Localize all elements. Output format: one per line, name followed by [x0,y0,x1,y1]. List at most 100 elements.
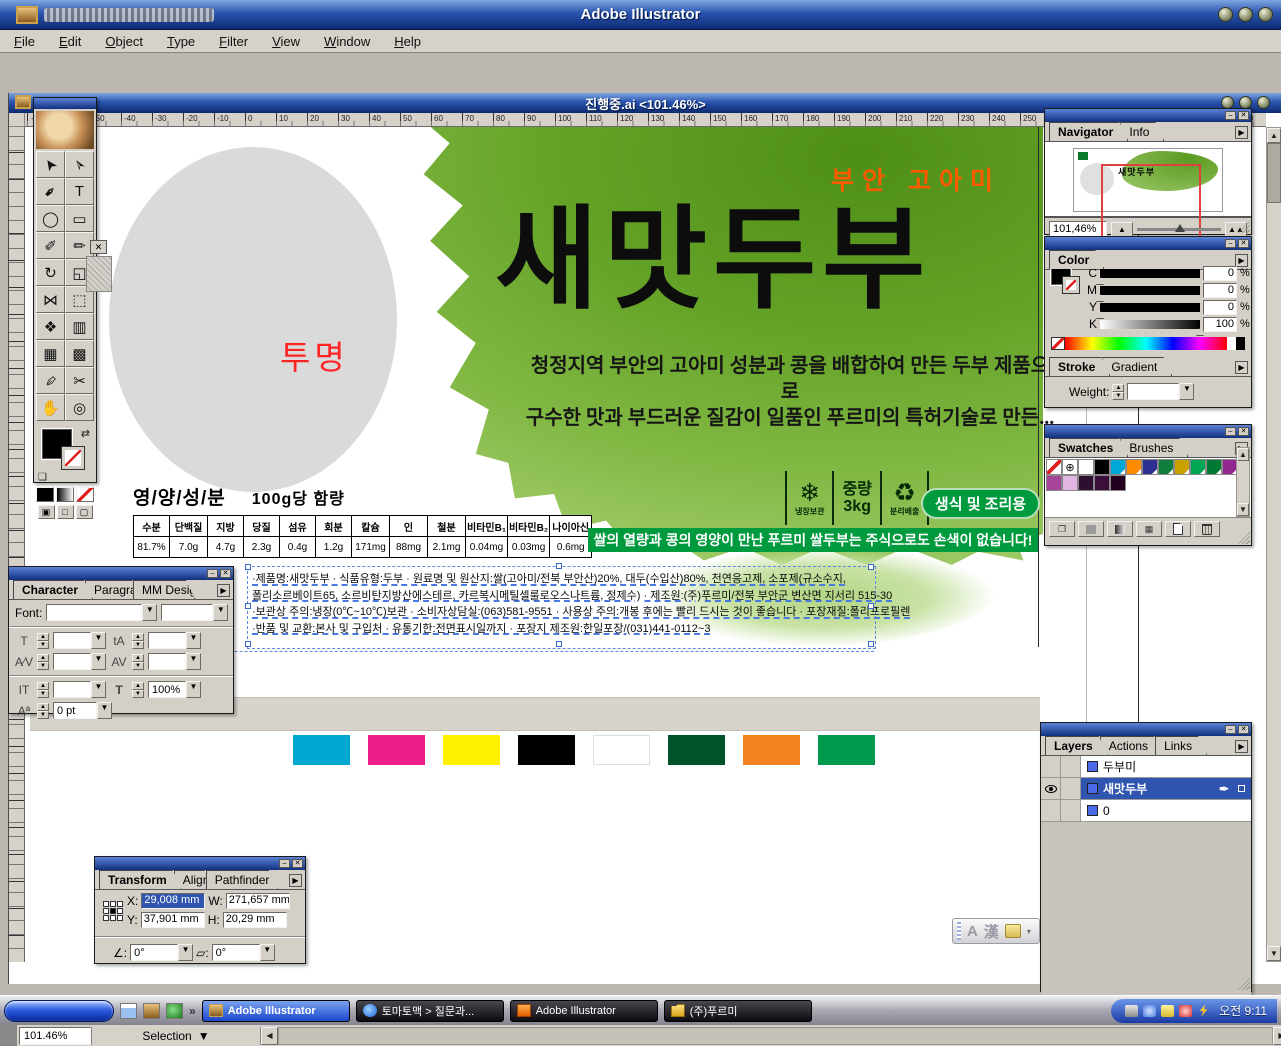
tab-character[interactable]: Character [13,580,93,599]
zoom-tool[interactable]: ◎ [65,394,94,421]
swap-fill-stroke-icon[interactable]: ⇄ [81,427,90,440]
selection-handle[interactable] [245,564,251,570]
lock-toggle[interactable] [1061,800,1081,821]
navigator-zoom-field[interactable]: 101,46% [1049,221,1107,237]
tracking-field[interactable] [148,653,186,670]
kerning-field[interactable] [53,653,91,670]
swatch[interactable] [1062,475,1078,491]
tab-navigator[interactable]: Navigator [1049,122,1128,141]
horizontal-scale-stepper[interactable]: ▲▼ [132,682,144,698]
reference-point-selector[interactable] [103,901,123,921]
direct-selection-tool[interactable]: ➢ [65,151,94,178]
paint-gradient-button[interactable] [56,487,74,502]
delete-swatch-button[interactable] [1194,521,1220,537]
layer-name-area[interactable]: 0 [1081,800,1251,821]
blend-tool[interactable]: ❖ [36,313,65,340]
tab-transform[interactable]: Transform [99,870,182,889]
collapsed-palette-close-icon[interactable]: ✕ [90,240,107,254]
swatch[interactable] [1158,459,1174,475]
taskbar-button[interactable]: (주)푸르미 [664,1000,812,1022]
maximize-button[interactable] [1238,7,1253,22]
paint-color-button[interactable] [36,487,54,502]
swatch[interactable] [1110,459,1126,475]
swatch[interactable] [1078,475,1094,491]
palette-titlebar[interactable]: –✕ [1041,723,1251,736]
hscroll-left-button[interactable]: ◀ [261,1027,278,1045]
status-mode-dropdown[interactable]: Selection ▼ [91,1027,261,1045]
swatch[interactable] [1126,459,1142,475]
tab-actions[interactable]: Actions [1100,736,1163,755]
messenger-tray-icon[interactable] [1161,1005,1174,1017]
quicklaunch-overflow-chevron[interactable]: » [189,1004,196,1018]
vertical-scrollbar[interactable]: ▲ ▼ [1266,127,1281,962]
none-swatch[interactable] [1046,459,1062,475]
selection-handle[interactable] [868,564,874,570]
channel-value-field[interactable]: 0 [1203,283,1237,298]
pen-tool[interactable]: ✒ [36,178,65,205]
show-color-swatches-button[interactable] [1078,521,1104,537]
stroke-color-box[interactable] [62,447,84,469]
graph-tool[interactable]: ▥ [65,313,94,340]
menu-file[interactable]: File [14,34,35,49]
selection-handle[interactable] [868,603,874,609]
minimize-button[interactable] [1218,7,1233,22]
h-field[interactable]: 20,29 mm [223,912,287,928]
hscroll-right-button[interactable]: ▶ [1273,1027,1281,1045]
stroke-weight-field[interactable] [1127,383,1179,400]
tab-swatches[interactable]: Swatches [1049,438,1128,457]
taskbar-button[interactable]: Adobe Illustrator [510,1000,658,1022]
swatch[interactable] [1046,475,1062,491]
ellipse-tool[interactable]: ◯ [36,205,65,232]
selection-handle[interactable] [556,641,562,647]
palette-close-icon[interactable]: ✕ [292,859,303,868]
rectangle-tool[interactable]: ▭ [65,205,94,232]
spectrum-white-black[interactable] [1227,337,1245,350]
color-spectrum-bar[interactable] [1051,337,1245,350]
power-tray-icon[interactable] [1197,1005,1210,1017]
slider-thumb[interactable] [1196,328,1204,335]
palette-close-icon[interactable]: ✕ [220,569,231,578]
channel-value-field[interactable]: 0 [1203,300,1237,315]
palette-minimize-icon[interactable]: – [279,859,290,868]
swatch[interactable] [1078,459,1094,475]
swatch[interactable] [1206,459,1222,475]
fill-stroke-proxy[interactable]: ⇄ ❏ [34,425,96,485]
new-swatch-button[interactable] [1165,521,1191,537]
palette-titlebar[interactable]: –✕ [95,857,305,870]
scroll-thumb[interactable] [1267,143,1281,203]
palette-menu-icon[interactable]: ▶ [1235,361,1248,374]
tab-brushes[interactable]: Brushes [1120,438,1188,457]
x-field[interactable]: 29,008 mm [141,893,205,909]
chevron-down-icon[interactable]: ▼ [1179,383,1194,400]
tab-layers[interactable]: Layers [1045,736,1108,755]
taskbar-button[interactable]: 토마토맥 > 질문과... [356,1000,504,1022]
swatch[interactable] [1094,459,1110,475]
font-style-field[interactable] [161,604,213,621]
lock-toggle[interactable] [1061,756,1081,777]
screen-mode-standard-button[interactable]: ▣ [38,505,55,519]
chevron-down-icon[interactable]: ▼ [213,604,228,621]
selected-text-object[interactable]: ·제품명:새맛두부 · 식품유형:두부 · 원료명 및 원산지:쌀(고아미/전북… [248,567,875,648]
font-size-stepper[interactable]: ▲▼ [37,633,49,649]
paint-none-button[interactable] [76,487,94,502]
palette-close-icon[interactable]: ✕ [1238,725,1249,734]
collapsed-palette[interactable] [86,256,112,292]
palette-minimize-icon[interactable]: – [1225,111,1236,120]
swatch[interactable] [1142,459,1158,475]
selection-handle[interactable] [868,641,874,647]
stroke-weight-stepper[interactable]: ▲▼ [1112,384,1124,400]
palette-close-icon[interactable]: ✕ [1238,111,1249,120]
toolbox-titlebar[interactable] [34,98,96,109]
vertical-scale-stepper[interactable]: ▲▼ [37,682,49,698]
taskbar-button[interactable]: Adobe Illustrator [202,1000,350,1022]
layer-row[interactable]: 새맛두부✒ [1041,778,1251,800]
rotate-tool[interactable]: ↻ [36,259,65,286]
palette-close-icon[interactable]: ✕ [1238,239,1249,248]
chevron-down-icon[interactable]: ▼ [91,632,106,649]
palette-minimize-icon[interactable]: – [1225,239,1236,248]
palette-menu-icon[interactable]: ▶ [217,584,230,597]
palette-minimize-icon[interactable]: – [1225,427,1236,436]
horizontal-scale-field[interactable]: 100% [148,681,186,698]
channel-slider[interactable] [1100,320,1200,329]
ime-hanja-indicator[interactable]: 漢 [984,921,999,942]
